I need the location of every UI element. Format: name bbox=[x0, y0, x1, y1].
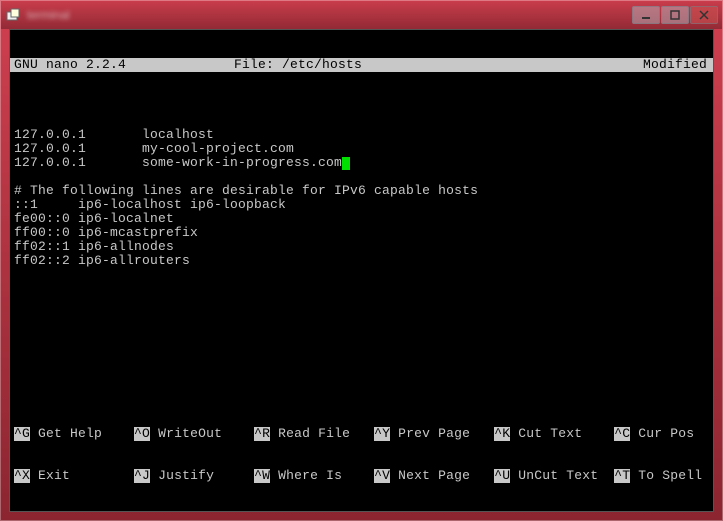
shortcut-key: ^V bbox=[374, 469, 390, 483]
shortcut-key: ^R bbox=[254, 427, 270, 441]
editor-line[interactable]: 127.0.0.1 localhost bbox=[14, 128, 713, 142]
editor-line[interactable]: ff02::2 ip6-allrouters bbox=[14, 254, 713, 268]
terminal-area[interactable]: GNU nano 2.2.4 File: /etc/hosts Modified… bbox=[9, 29, 714, 512]
shortcut-key: ^T bbox=[614, 469, 630, 483]
shortcut-key: ^W bbox=[254, 469, 270, 483]
shortcut-label: To Spell bbox=[630, 469, 723, 483]
window-controls bbox=[632, 6, 718, 24]
editor-line[interactable]: ::1 ip6-localhost ip6-loopback bbox=[14, 198, 713, 212]
minimize-button[interactable] bbox=[632, 6, 660, 24]
editor-line[interactable]: ff00::0 ip6-mcastprefix bbox=[14, 226, 713, 240]
shortcut-label: Exit bbox=[30, 469, 134, 483]
window-frame: terminal GNU nano 2.2.4 File: /etc/hosts… bbox=[0, 0, 723, 521]
editor-line[interactable]: ff02::1 ip6-allnodes bbox=[14, 240, 713, 254]
nano-modified: Modified bbox=[643, 58, 713, 72]
shortcut-label: UnCut Text bbox=[510, 469, 614, 483]
editor-line[interactable]: 127.0.0.1 my-cool-project.com bbox=[14, 142, 713, 156]
shortcut-row-1: ^G Get Help ^O WriteOut ^R Read File ^Y … bbox=[14, 427, 713, 441]
shortcut-key: ^K bbox=[494, 427, 510, 441]
nano-file-label: File: /etc/hosts bbox=[234, 58, 643, 72]
shortcut-label: WriteOut bbox=[150, 427, 254, 441]
editor-line[interactable]: fe00::0 ip6-localnet bbox=[14, 212, 713, 226]
editor-line[interactable] bbox=[14, 114, 713, 128]
editor-line[interactable] bbox=[14, 170, 713, 184]
nano-version: GNU nano 2.2.4 bbox=[14, 58, 234, 72]
maximize-button[interactable] bbox=[661, 6, 689, 24]
shortcut-row-2: ^X Exit ^J Justify ^W Where Is ^V Next P… bbox=[14, 469, 713, 483]
nano-header: GNU nano 2.2.4 File: /etc/hosts Modified bbox=[10, 58, 713, 72]
shortcut-label: Get Help bbox=[30, 427, 134, 441]
close-button[interactable] bbox=[690, 6, 718, 24]
shortcut-label: Read File bbox=[270, 427, 374, 441]
shortcut-key: ^C bbox=[614, 427, 630, 441]
shortcut-label: Justify bbox=[150, 469, 254, 483]
editor-line[interactable]: # The following lines are desirable for … bbox=[14, 184, 713, 198]
shortcut-key: ^X bbox=[14, 469, 30, 483]
shortcut-key: ^O bbox=[134, 427, 150, 441]
shortcut-key: ^Y bbox=[374, 427, 390, 441]
shortcut-label: Cut Text bbox=[510, 427, 614, 441]
text-cursor bbox=[342, 157, 350, 170]
shortcut-key: ^U bbox=[494, 469, 510, 483]
shortcut-key: ^J bbox=[134, 469, 150, 483]
window-titlebar[interactable]: terminal bbox=[1, 1, 722, 29]
shortcut-label: Next Page bbox=[390, 469, 494, 483]
editor-content[interactable]: 127.0.0.1 localhost127.0.0.1 my-cool-pro… bbox=[10, 114, 713, 268]
shortcut-label: Prev Page bbox=[390, 427, 494, 441]
shortcut-key: ^G bbox=[14, 427, 30, 441]
window-title: terminal bbox=[27, 8, 632, 22]
editor-line[interactable]: 127.0.0.1 some-work-in-progress.com bbox=[14, 156, 713, 170]
nano-footer: ^G Get Help ^O WriteOut ^R Read File ^Y … bbox=[10, 399, 713, 511]
shortcut-label: Where Is bbox=[270, 469, 374, 483]
app-icon bbox=[5, 7, 21, 23]
shortcut-label: Cur Pos bbox=[630, 427, 723, 441]
